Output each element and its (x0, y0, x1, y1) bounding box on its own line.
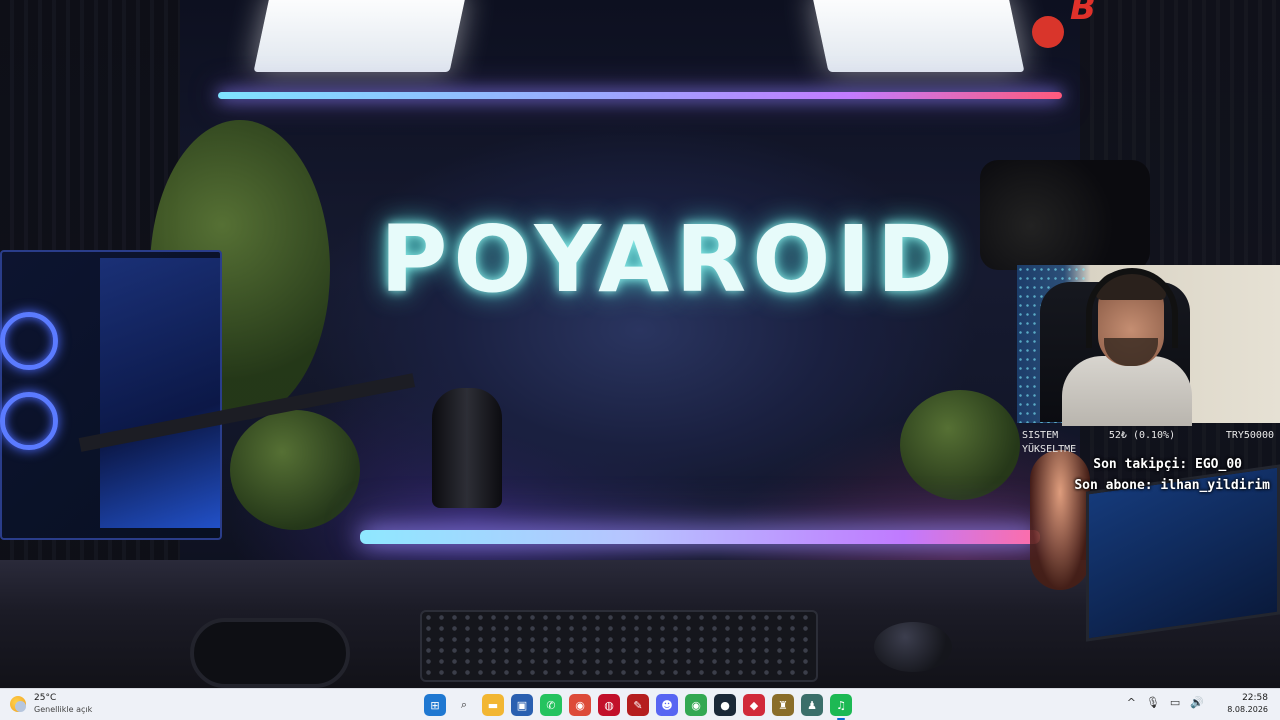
weather-condition: Genellikle açık (34, 705, 93, 714)
tray-overflow-chevron-icon[interactable]: ^ (1127, 696, 1136, 709)
steam-icon[interactable]: ● (714, 694, 736, 716)
weather-widget[interactable]: 25°C Genellikle açık (10, 693, 92, 715)
start-icon[interactable]: ⊞ (424, 694, 446, 716)
system-tray: ^ 🎙 ▭ 🔊 (1127, 696, 1204, 709)
league-icon[interactable]: ♜ (772, 694, 794, 716)
microphone (432, 388, 502, 508)
last-follower: Son takipçi: EGO_00 (1093, 457, 1242, 472)
taskbar: 25°C Genellikle açık ⊞ ⌕ ▬ ▣ ✆ ◉ ◍ ✎ ☻ ◉ ● ◆ ♜ ♟ ♫ ^ 🎙… (0, 688, 1280, 720)
weather-sun-icon (10, 696, 26, 712)
whatsapp-icon[interactable]: ✆ (540, 694, 562, 716)
app-icon-red[interactable]: ◆ (743, 694, 765, 716)
channel-logo: B (1030, 0, 1120, 58)
weather-temperature: 25°C (34, 693, 57, 703)
discord-icon[interactable]: ☻ (656, 694, 678, 716)
plant-right (900, 390, 1020, 500)
network-icon[interactable]: ▭ (1170, 696, 1180, 709)
neon-light-bar-desk (360, 530, 1040, 544)
logo-badge-icon (1032, 16, 1064, 48)
volume-icon[interactable]: 🔊 (1190, 696, 1204, 709)
system-label: SISTEM (1022, 430, 1059, 441)
clock-date: 8.08.2026 (1227, 705, 1268, 714)
headphones (190, 618, 350, 688)
logo-text: B (1070, 0, 1096, 28)
microphone-icon[interactable]: 🎙 (1146, 696, 1160, 709)
goal-target: TRY50000 (1225, 430, 1274, 441)
neon-light-bar-top (218, 92, 1062, 99)
upgrade-label: YÜKSELTME (1022, 444, 1077, 455)
streamer-shirt (1062, 356, 1192, 426)
pc-fan-icon (0, 312, 58, 370)
donation-goal-row: SISTEM 52₺ (0.10%) TRY50000 (1022, 430, 1274, 442)
keyboard (420, 610, 818, 682)
last-subscriber: Son abone: ilhan_yildirim (1074, 478, 1270, 493)
clock[interactable]: 22:58 8.08.2026 (1227, 693, 1268, 715)
pc-glass-panel (100, 258, 220, 528)
store-icon[interactable]: ▣ (511, 694, 533, 716)
search-icon[interactable]: ⌕ (453, 694, 475, 716)
spotify-icon[interactable]: ♫ (830, 694, 852, 720)
pc-fan-icon (0, 392, 58, 450)
taskbar-apps: ⊞ ⌕ ▬ ▣ ✆ ◉ ◍ ✎ ☻ ◉ ● ◆ ♜ ♟ ♫ (424, 694, 852, 720)
plant-small-left (230, 410, 360, 530)
desk-lamp (1030, 450, 1090, 590)
app-icon-red-feather[interactable]: ✎ (627, 694, 649, 716)
file-explorer-icon[interactable]: ▬ (482, 694, 504, 716)
chrome-alt-icon[interactable]: ◉ (685, 694, 707, 716)
opera-icon[interactable]: ◍ (598, 694, 620, 716)
desktop-wallpaper: POYAROID B SISTEM 52₺ (0.10%) TRY50000 Y… (0, 0, 1280, 688)
chrome-icon[interactable]: ◉ (569, 694, 591, 716)
mouse (874, 622, 952, 672)
studio-light-left (253, 0, 467, 72)
clock-time: 22:58 (1242, 693, 1268, 703)
goal-progress: 52₺ (0.10%) (1108, 430, 1176, 441)
camera-rig (980, 160, 1150, 270)
studio-light-right (811, 0, 1025, 72)
game-launcher-icon[interactable]: ♟ (801, 694, 823, 716)
channel-name-neon: POYAROID (380, 206, 960, 313)
